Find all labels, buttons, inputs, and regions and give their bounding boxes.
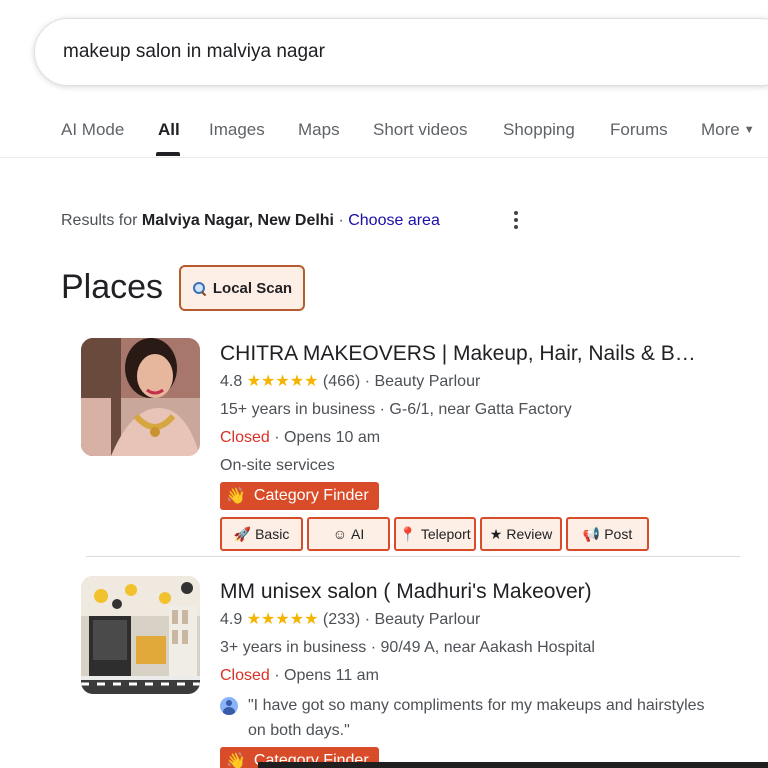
place-photo[interactable] — [81, 576, 200, 694]
place-category: · Beauty Parlour — [364, 611, 481, 628]
local-scan-label: Local Scan — [212, 279, 293, 297]
user-avatar-icon — [220, 697, 238, 715]
tab-all[interactable]: All — [158, 120, 180, 140]
megaphone-icon: 📢 — [582, 525, 601, 542]
place-info: CHITRA MAKEOVERS | Makeup, Hair, Nails &… — [220, 340, 750, 510]
review-snippet: "I have got so many compliments for my m… — [220, 693, 720, 743]
review-count[interactable]: (466) — [323, 373, 360, 390]
status-closed: Closed — [220, 667, 270, 684]
local-scan-button[interactable]: Local Scan — [179, 265, 305, 311]
location-separator: · — [334, 212, 349, 229]
review-text: "I have got so many compliments for my m… — [248, 697, 705, 739]
tab-images[interactable]: Images — [209, 120, 265, 140]
bottom-bar — [258, 762, 768, 768]
tab-short-videos[interactable]: Short videos — [373, 120, 468, 140]
place-extra: On-site services — [220, 457, 335, 474]
active-tab-indicator — [156, 152, 180, 156]
star-rating-icon: ★★★★★ — [246, 611, 319, 628]
category-finder-label: Category Finder — [253, 487, 369, 504]
map-pin-icon: 📍 — [399, 525, 417, 542]
rating-value: 4.8 — [220, 373, 243, 390]
waving-hand-icon: 👋 — [226, 753, 246, 768]
search-box[interactable]: makeup salon in malviya nagar — [34, 18, 768, 86]
search-input[interactable]: makeup salon in malviya nagar — [63, 41, 325, 63]
place-info: MM unisex salon ( Madhuri's Makeover) 4.… — [220, 578, 750, 768]
search-tabs: AI Mode All Images Maps Short videos Sho… — [0, 100, 768, 158]
tab-ai-mode[interactable]: AI Mode — [61, 120, 124, 140]
listing-divider — [86, 556, 740, 557]
place-details: 15+ years in business · G-6/1, near Gatt… — [220, 401, 572, 418]
magnifier-icon — [192, 281, 207, 296]
teleport-button[interactable]: 📍 Teleport — [394, 517, 476, 551]
place-name[interactable]: CHITRA MAKEOVERS | Makeup, Hair, Nails &… — [220, 340, 750, 368]
tool-buttons: 🚀 Basic ☺ AI 📍 Teleport ★ Review 📢 Post — [220, 517, 649, 551]
choose-area-link[interactable]: Choose area — [348, 212, 440, 229]
place-category: · Beauty Parlour — [364, 373, 481, 390]
tab-maps[interactable]: Maps — [298, 120, 340, 140]
basic-button[interactable]: 🚀 Basic — [220, 517, 303, 551]
category-finder-button[interactable]: 👋 Category Finder — [220, 482, 379, 510]
places-heading: Places — [61, 268, 164, 306]
opens-time: · Opens 10 am — [274, 429, 381, 446]
review-button[interactable]: ★ Review — [480, 517, 562, 551]
more-options-icon[interactable] — [508, 208, 524, 232]
rating-value: 4.9 — [220, 611, 243, 628]
ai-face-icon: ☺ — [332, 526, 348, 542]
place-details: 3+ years in business · 90/49 A, near Aak… — [220, 639, 595, 656]
place-hours: Closed · Opens 11 am — [220, 662, 750, 690]
tab-forums[interactable]: Forums — [610, 120, 668, 140]
teleport-label: Teleport — [420, 526, 471, 542]
star-icon: ★ — [489, 525, 503, 542]
tab-shopping[interactable]: Shopping — [503, 120, 575, 140]
post-label: Post — [604, 526, 633, 542]
caret-down-icon: ▼ — [743, 124, 755, 136]
place-photo[interactable] — [81, 338, 200, 456]
rocket-icon: 🚀 — [233, 525, 252, 542]
ai-label: AI — [351, 526, 365, 542]
place-rating-line: 4.9 ★★★★★ (233) · Beauty Parlour — [220, 606, 750, 634]
ai-button[interactable]: ☺ AI — [307, 517, 390, 551]
post-button[interactable]: 📢 Post — [566, 517, 649, 551]
tab-more[interactable]: More ▼ — [701, 120, 755, 140]
waving-hand-icon: 👋 — [226, 488, 246, 505]
basic-label: Basic — [255, 526, 290, 542]
status-closed: Closed — [220, 429, 270, 446]
location-name: Malviya Nagar, New Delhi — [141, 212, 334, 229]
place-hours: Closed · Opens 10 am — [220, 424, 750, 452]
opens-time: · Opens 11 am — [274, 667, 379, 684]
place-rating-line: 4.8 ★★★★★ (466) · Beauty Parlour — [220, 368, 750, 396]
star-rating-icon: ★★★★★ — [246, 373, 319, 390]
results-for-prefix: Results for — [61, 212, 142, 229]
review-count[interactable]: (233) — [323, 611, 360, 628]
tab-more-label: More — [701, 120, 740, 139]
results-location: Results for Malviya Nagar, New Delhi · C… — [61, 212, 440, 230]
place-name[interactable]: MM unisex salon ( Madhuri's Makeover) — [220, 578, 750, 606]
review-label: Review — [506, 526, 553, 542]
